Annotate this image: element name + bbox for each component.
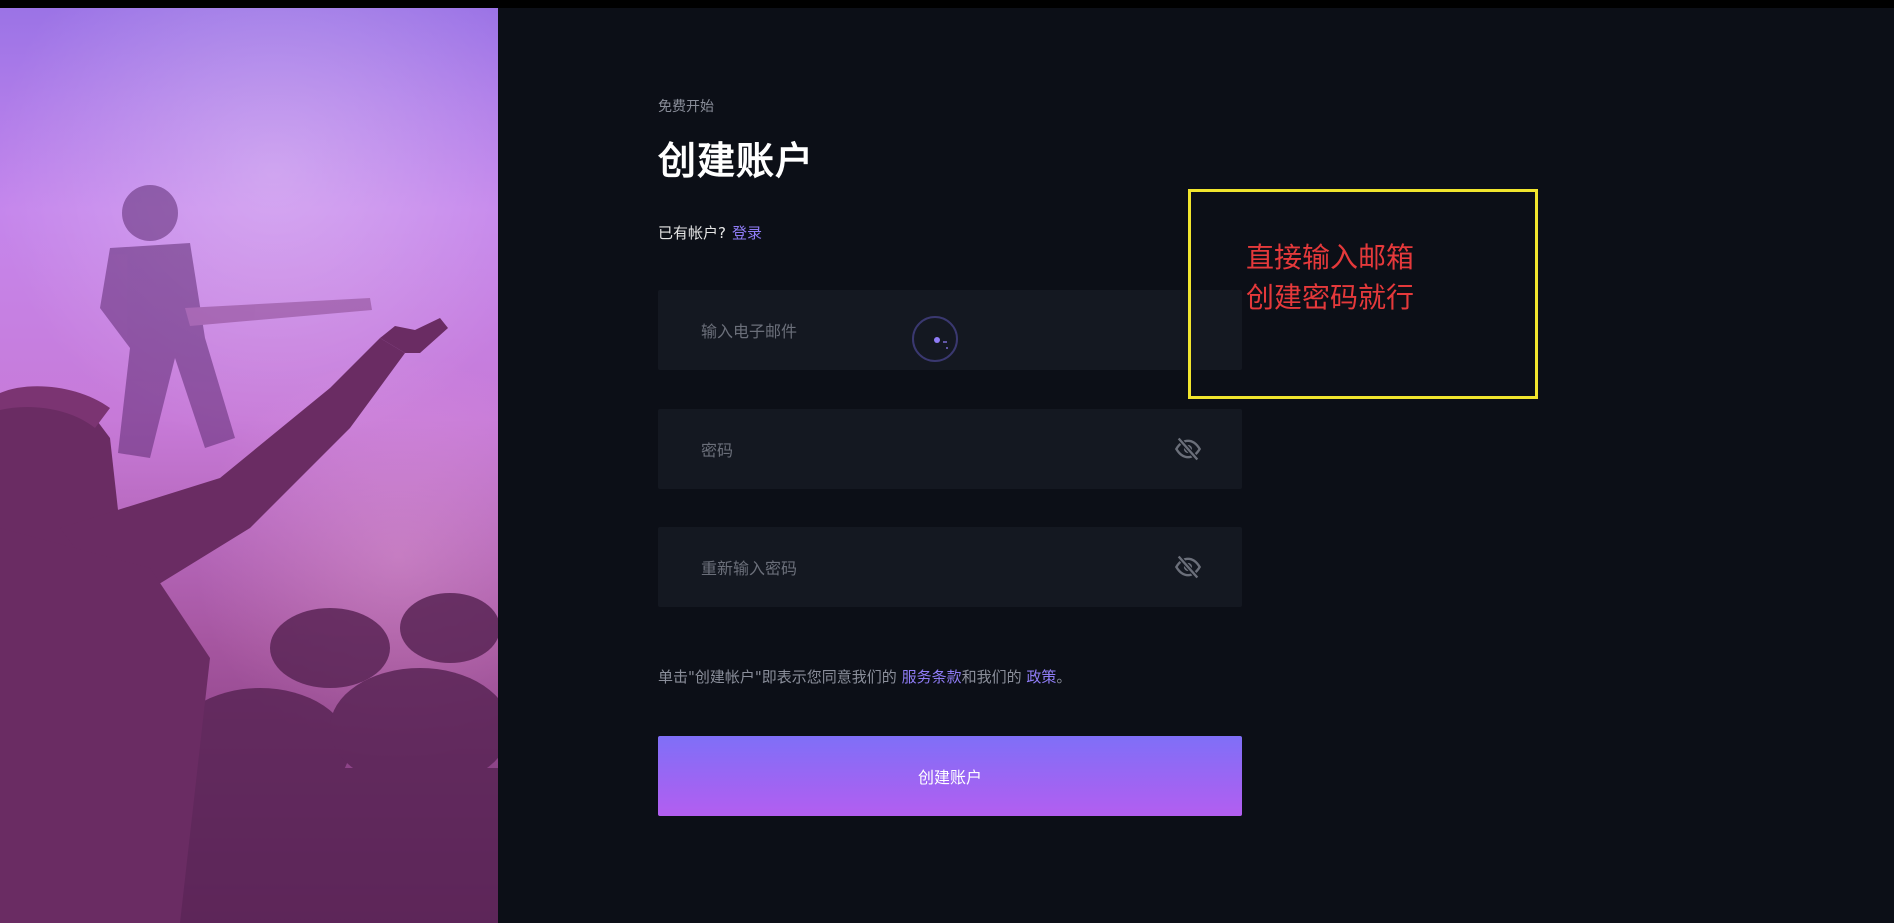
top-bar xyxy=(0,0,1894,8)
confirm-password-input[interactable] xyxy=(699,527,1163,609)
have-account-row: 已有帐户? 登录 xyxy=(658,222,762,243)
eyebrow-text: 免费开始 xyxy=(658,99,714,115)
password-field[interactable] xyxy=(658,409,1242,491)
eye-slash-icon[interactable] xyxy=(1174,435,1202,463)
terms-middle: 和我们的 xyxy=(961,668,1027,686)
annotation-line-1: 直接输入邮箱 xyxy=(1246,241,1415,274)
have-account-text: 已有帐户? xyxy=(658,224,726,242)
terms-of-service-link[interactable]: 服务条款 xyxy=(902,668,962,686)
terms-notice: 单击"创建帐户"即表示您同意我们的 服务条款和我们的 政策。 xyxy=(658,666,1071,687)
create-account-button[interactable]: 创建账户 xyxy=(658,736,1242,816)
eye-slash-icon[interactable] xyxy=(1174,553,1202,581)
hero-image xyxy=(0,8,498,923)
annotation-text: 直接输入邮箱 创建密码就行 xyxy=(1246,238,1414,318)
login-link[interactable]: 登录 xyxy=(732,224,762,242)
loading-spinner-icon xyxy=(912,316,958,362)
policy-link[interactable]: 政策 xyxy=(1026,668,1056,686)
annotation-line-2: 创建密码就行 xyxy=(1246,281,1415,314)
concert-crowd-illustration xyxy=(0,185,498,923)
terms-suffix: 。 xyxy=(1056,668,1072,686)
password-input[interactable] xyxy=(699,409,1163,491)
page-title: 创建账户 xyxy=(658,139,815,183)
confirm-password-field[interactable] xyxy=(658,527,1242,609)
terms-prefix: 单击"创建帐户"即表示您同意我们的 xyxy=(658,668,902,686)
